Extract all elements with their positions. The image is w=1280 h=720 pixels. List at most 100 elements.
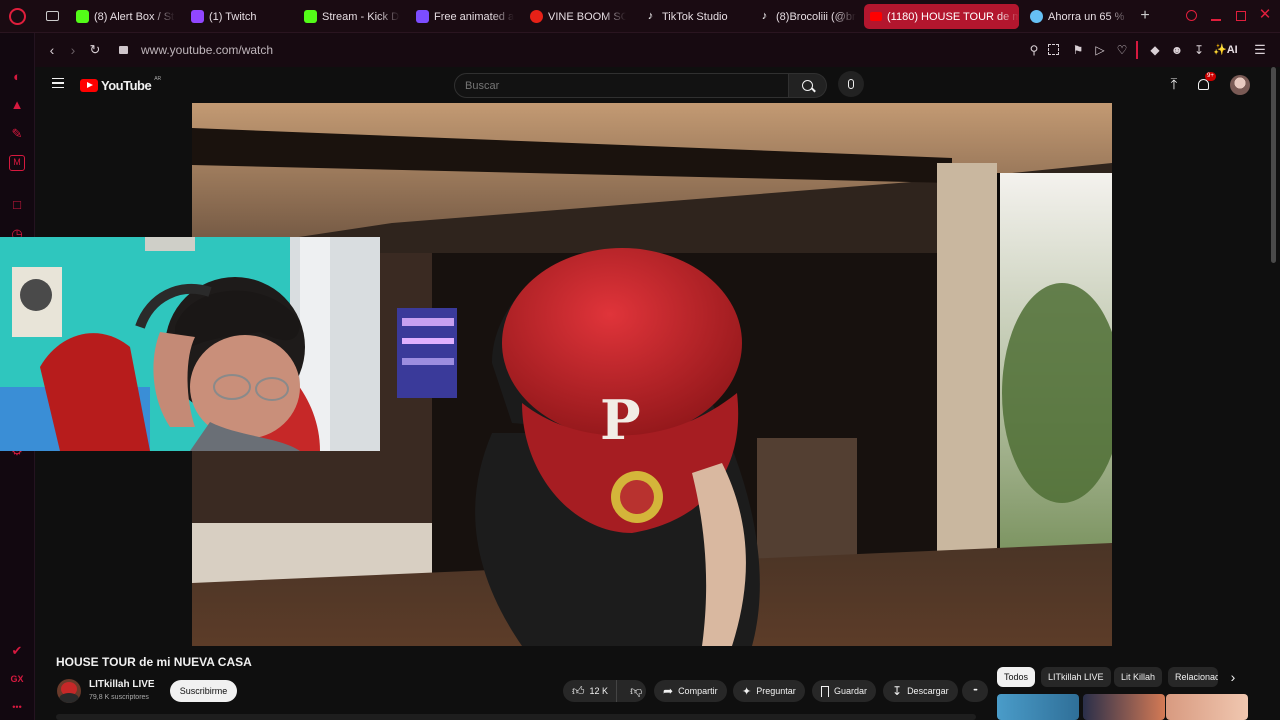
twitch-sidebar-icon[interactable]: □	[9, 197, 25, 213]
notifications-badge: 9+	[1205, 72, 1216, 81]
steam-icon	[1030, 10, 1043, 23]
pin-icon[interactable]: ⚲	[1026, 42, 1042, 58]
twitch-icon	[191, 10, 204, 23]
subscriber-count: 79,8 K suscriptores	[89, 694, 149, 701]
share-button[interactable]: ➦ Compartir	[654, 680, 727, 702]
save-button[interactable]: Guardar	[812, 680, 877, 702]
lock-icon	[119, 46, 128, 54]
download-button[interactable]: ↧ Descargar	[883, 680, 958, 702]
vpn-shield-icon[interactable]: ⚑	[1070, 42, 1086, 58]
minimize-button[interactable]	[1211, 19, 1221, 21]
recommended-thumbnail[interactable]	[1166, 694, 1248, 720]
gx-control-icon[interactable]: ◐	[9, 69, 25, 85]
download-arrow-icon: ↧	[892, 684, 903, 698]
notifications-button[interactable]: 9+	[1196, 72, 1216, 93]
save-label: Guardar	[834, 686, 868, 696]
like-button[interactable]: 👍︎ 12 K	[563, 680, 618, 702]
back-button[interactable]: ‹	[44, 42, 60, 58]
reload-button[interactable]: ↻	[87, 42, 103, 58]
recommended-thumbnail[interactable]	[1083, 694, 1165, 720]
aria-ai-button[interactable]: ✨AI	[1213, 42, 1238, 58]
channel-name[interactable]: LITkillah LIVE	[89, 679, 155, 690]
opera-logo-icon[interactable]	[9, 8, 26, 25]
url-field[interactable]: www.youtube.com/watch	[141, 43, 273, 57]
chip-todos[interactable]: Todos	[997, 667, 1036, 687]
profile-icon[interactable]: ☻	[1169, 42, 1185, 58]
account-avatar[interactable]	[1230, 75, 1250, 95]
gx-cleaner-icon[interactable]: ✎	[9, 126, 25, 142]
ai-label: AI	[1226, 44, 1238, 56]
download-icon[interactable]: ↧	[1191, 42, 1207, 58]
webcam-overlay	[0, 237, 380, 451]
animated-site-icon	[416, 10, 429, 23]
streamlabs-icon	[76, 10, 89, 23]
tiktok-icon: ♪	[761, 10, 768, 22]
sidebar-more-icon[interactable]: •••	[9, 699, 25, 715]
tab-steam-offer[interactable]: Ahorra un 65 %	[1024, 4, 1130, 29]
extensions-icon[interactable]: ◆	[1147, 42, 1163, 58]
more-actions-button[interactable]: •••	[962, 680, 988, 702]
gx-logo-icon[interactable]: GX	[9, 671, 25, 687]
more-dots-icon: •••	[973, 688, 977, 694]
restore-button[interactable]	[1236, 11, 1246, 21]
toolbar-divider	[1136, 41, 1138, 59]
search-icon	[802, 80, 816, 93]
tab-manager-icon[interactable]	[46, 11, 59, 21]
tab-vine-boom[interactable]: VINE BOOM SO	[524, 4, 626, 29]
snapshot-icon[interactable]	[1048, 44, 1059, 55]
close-window-button[interactable]: ✕	[1258, 7, 1272, 23]
messenger-icon[interactable]: M	[9, 155, 25, 171]
dislike-button[interactable]: 👎︎	[622, 680, 650, 702]
tab-free-animated[interactable]: Free animated a	[410, 4, 514, 29]
tab-kick[interactable]: Stream - Kick De	[298, 4, 400, 29]
tab-title: TikTok Studio	[662, 10, 728, 23]
youtube-icon	[870, 12, 882, 21]
thumbs-up-icon: 👍︎	[572, 683, 585, 698]
cap-logo-letter: P	[600, 388, 641, 452]
create-upload-icon[interactable]: ⤒	[1167, 77, 1181, 93]
tab-alert-box[interactable]: (8) Alert Box / St	[70, 4, 175, 29]
tab-tiktok-studio[interactable]: ♪ TikTok Studio	[638, 4, 738, 29]
voice-search-button[interactable]	[838, 71, 864, 97]
microphone-icon	[848, 79, 854, 89]
address-bar: ‹ › ↻ www.youtube.com/watch ⚲ ⚑ ▷ ♡ ◆ ☻ …	[35, 33, 1280, 67]
search-input[interactable]	[455, 74, 788, 97]
tab-youtube-house-tour[interactable]: (1180) HOUSE TOUR de m	[864, 4, 1019, 29]
recommended-thumbnail[interactable]	[997, 694, 1079, 720]
channel-avatar[interactable]	[57, 679, 81, 703]
browser-tab-strip: (8) Alert Box / St (1) Twitch Stream - K…	[0, 0, 1280, 33]
chip-relacionados[interactable]: Relacionados	[1168, 667, 1218, 687]
sound-site-icon	[530, 10, 543, 23]
youtube-logo[interactable]: YouTube AR	[80, 76, 161, 94]
search-tabs-icon[interactable]	[1186, 10, 1197, 21]
chips-next-icon[interactable]: ›	[1225, 668, 1241, 686]
youtube-logo-text: YouTube	[101, 77, 152, 93]
tab-title: (1) Twitch	[209, 10, 257, 23]
easy-setup-menu-icon[interactable]: ☰	[1252, 42, 1268, 58]
country-code: AR	[154, 76, 162, 82]
description-box-edge	[56, 714, 976, 720]
thumbs-down-icon: 👎︎	[630, 683, 643, 698]
sidebar-pin-icon[interactable]: ✔	[9, 643, 25, 659]
ask-button[interactable]: ✦ Preguntar	[733, 680, 805, 702]
share-icon: ➦	[663, 684, 674, 698]
play-icon[interactable]: ▷	[1092, 42, 1108, 58]
like-count: 12 K	[589, 686, 609, 696]
page-scrollbar[interactable]	[1271, 67, 1276, 263]
tab-twitch[interactable]: (1) Twitch	[185, 4, 280, 29]
kick-icon	[304, 10, 317, 23]
subscribe-button[interactable]: Suscribirme	[170, 680, 237, 702]
download-label: Descargar	[907, 686, 949, 696]
hamburger-menu-icon[interactable]	[52, 78, 64, 88]
chip-lit-killah[interactable]: Lit Killah	[1114, 667, 1163, 687]
gx-corner-icon[interactable]: ▲	[9, 97, 25, 113]
forward-button[interactable]: ›	[65, 42, 81, 58]
youtube-play-icon	[80, 78, 98, 92]
search-button[interactable]	[789, 73, 827, 98]
webcam-image	[0, 237, 380, 451]
new-tab-button[interactable]: +	[1137, 8, 1153, 24]
heart-icon[interactable]: ♡	[1114, 42, 1130, 58]
tab-brocoliii[interactable]: ♪ (8)Brocoliii (@br	[752, 4, 856, 29]
chip-litkillah-live[interactable]: LITkillah LIVE	[1041, 667, 1111, 687]
ask-label: Preguntar	[756, 686, 796, 696]
